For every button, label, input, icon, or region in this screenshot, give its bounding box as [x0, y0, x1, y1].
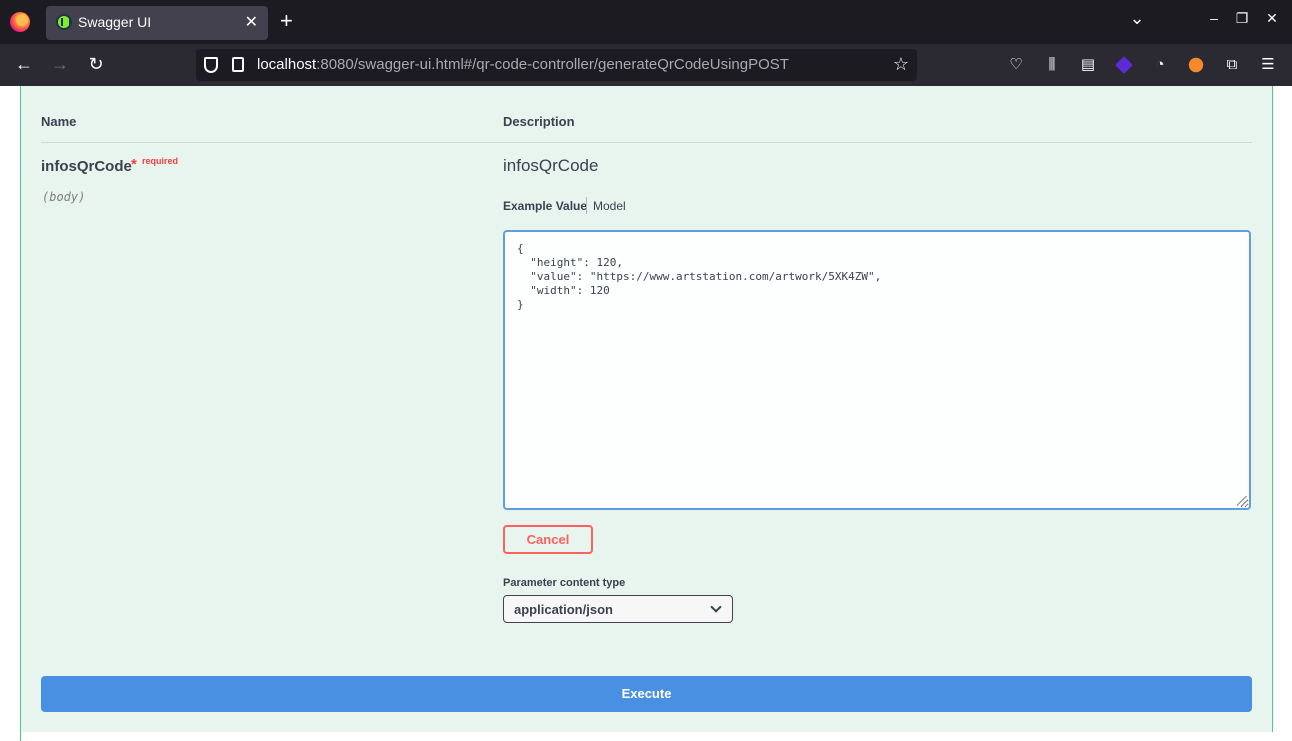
- sidebar-icon[interactable]: ▤: [1079, 56, 1097, 74]
- extension-purple-icon[interactable]: [1115, 56, 1133, 74]
- header-divider: [41, 142, 1252, 143]
- parameter-name: infosQrCode: [41, 158, 132, 175]
- maximize-button[interactable]: ❐: [1232, 10, 1252, 27]
- forward-arrow-icon[interactable]: →: [49, 54, 71, 75]
- tab-list-chevron-icon[interactable]: ⌄: [1127, 8, 1147, 29]
- browser-tabbar: Swagger UI ✕ + ⌄ – ❐ ✕: [0, 0, 1292, 44]
- page-info-icon[interactable]: [232, 57, 244, 72]
- library-icon[interactable]: ⫼: [1043, 56, 1061, 74]
- menu-hamburger-icon[interactable]: ☰: [1259, 56, 1277, 74]
- tab-example-value[interactable]: Example Value: [503, 199, 587, 213]
- close-window-button[interactable]: ✕: [1262, 10, 1282, 27]
- pocket-icon[interactable]: ♡: [1007, 56, 1025, 74]
- swagger-favicon-icon: [56, 14, 72, 30]
- content-type-select[interactable]: application/json: [503, 595, 733, 623]
- reload-icon[interactable]: ↻: [85, 54, 107, 75]
- textarea-resize-handle[interactable]: [1237, 496, 1247, 506]
- firefox-logo-icon[interactable]: [10, 12, 30, 32]
- browser-tab-swagger[interactable]: Swagger UI ✕: [46, 6, 268, 40]
- tab-model[interactable]: Model: [593, 199, 626, 213]
- extension-fox-icon[interactable]: [1188, 57, 1204, 73]
- tracking-shield-icon[interactable]: [204, 57, 218, 73]
- tab-close-icon[interactable]: ✕: [245, 12, 258, 32]
- execute-button[interactable]: Execute: [41, 676, 1252, 712]
- extensions-puzzle-icon[interactable]: ⧉: [1223, 56, 1241, 74]
- content-type-label: Parameter content type: [503, 577, 626, 589]
- extension-gauge-icon[interactable]: ◔: [1151, 56, 1169, 74]
- tab-title: Swagger UI: [78, 14, 152, 30]
- page-content: Name Description infosQrCode * required …: [0, 86, 1292, 741]
- bookmark-star-icon[interactable]: ☆: [893, 54, 909, 75]
- required-star: *: [131, 156, 137, 173]
- url-text[interactable]: localhost:8080/swagger-ui.html#/qr-code-…: [257, 56, 789, 73]
- url-bar[interactable]: localhost:8080/swagger-ui.html#/qr-code-…: [196, 49, 917, 81]
- request-body-textarea[interactable]: { "height": 120, "value": "https://www.a…: [503, 230, 1251, 510]
- cancel-button[interactable]: Cancel: [503, 525, 593, 554]
- new-tab-button[interactable]: +: [280, 9, 293, 33]
- back-arrow-icon[interactable]: ←: [13, 54, 35, 75]
- tab-separator: [586, 197, 587, 214]
- chevron-down-icon: [710, 601, 722, 613]
- browser-navbar: ← → ↻ localhost:8080/swagger-ui.html#/qr…: [0, 44, 1292, 86]
- parameter-location: (body): [42, 190, 86, 204]
- parameter-description: infosQrCode: [503, 156, 599, 175]
- operation-block: Name Description infosQrCode * required …: [20, 86, 1274, 741]
- column-header-description: Description: [503, 114, 575, 129]
- required-label: required: [142, 156, 179, 166]
- content-type-value: application/json: [514, 602, 613, 617]
- column-header-name: Name: [41, 114, 77, 129]
- minimize-button[interactable]: –: [1204, 10, 1224, 26]
- block-bottom-edge: [21, 732, 1274, 741]
